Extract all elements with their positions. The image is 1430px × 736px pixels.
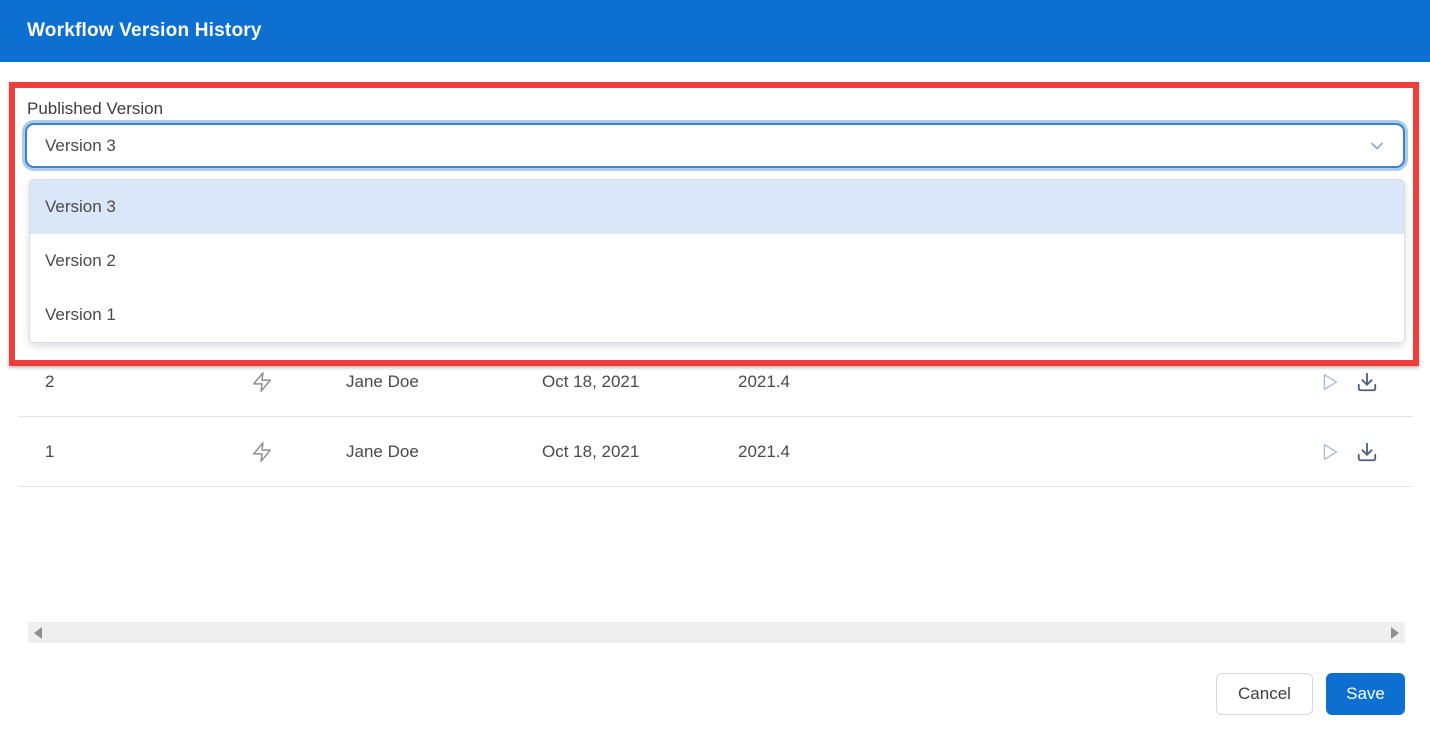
published-version-label: Published Version bbox=[27, 99, 164, 118]
chevron-down-icon bbox=[1367, 136, 1387, 156]
author-name: Jane Doe bbox=[346, 442, 419, 461]
dropdown-option-version-2[interactable]: Version 2 bbox=[30, 234, 1404, 288]
release-version: 2021.4 bbox=[738, 372, 790, 391]
table-row: 2 Jane Doe Oct 18, 2021 2021.4 bbox=[18, 347, 1412, 417]
release-version: 2021.4 bbox=[738, 442, 790, 461]
dropdown-option-version-1[interactable]: Version 1 bbox=[30, 288, 1404, 342]
version-number: 2 bbox=[45, 372, 55, 391]
zap-icon bbox=[251, 417, 273, 487]
play-icon[interactable] bbox=[1318, 347, 1340, 417]
scroll-left-icon[interactable] bbox=[34, 626, 42, 639]
published-version-selected-value: Version 3 bbox=[45, 135, 116, 155]
dialog-header: Workflow Version History bbox=[0, 0, 1430, 62]
horizontal-scrollbar[interactable] bbox=[28, 622, 1405, 643]
version-number: 1 bbox=[45, 442, 55, 461]
play-icon[interactable] bbox=[1318, 417, 1340, 487]
scroll-right-icon[interactable] bbox=[1391, 626, 1399, 639]
published-version-select[interactable]: Version 3 bbox=[25, 123, 1405, 168]
download-icon[interactable] bbox=[1356, 417, 1378, 487]
zap-icon bbox=[251, 347, 273, 417]
table-row: 1 Jane Doe Oct 18, 2021 2021.4 bbox=[18, 417, 1412, 487]
dialog-title: Workflow Version History bbox=[27, 20, 262, 41]
version-date: Oct 18, 2021 bbox=[542, 442, 640, 461]
published-version-dropdown: Version 3 Version 2 Version 1 bbox=[29, 179, 1405, 343]
author-name: Jane Doe bbox=[346, 372, 419, 391]
save-button[interactable]: Save bbox=[1326, 673, 1405, 715]
dropdown-option-version-3[interactable]: Version 3 bbox=[30, 180, 1404, 234]
cancel-button[interactable]: Cancel bbox=[1216, 673, 1313, 715]
download-icon[interactable] bbox=[1356, 347, 1378, 417]
version-date: Oct 18, 2021 bbox=[542, 372, 640, 391]
